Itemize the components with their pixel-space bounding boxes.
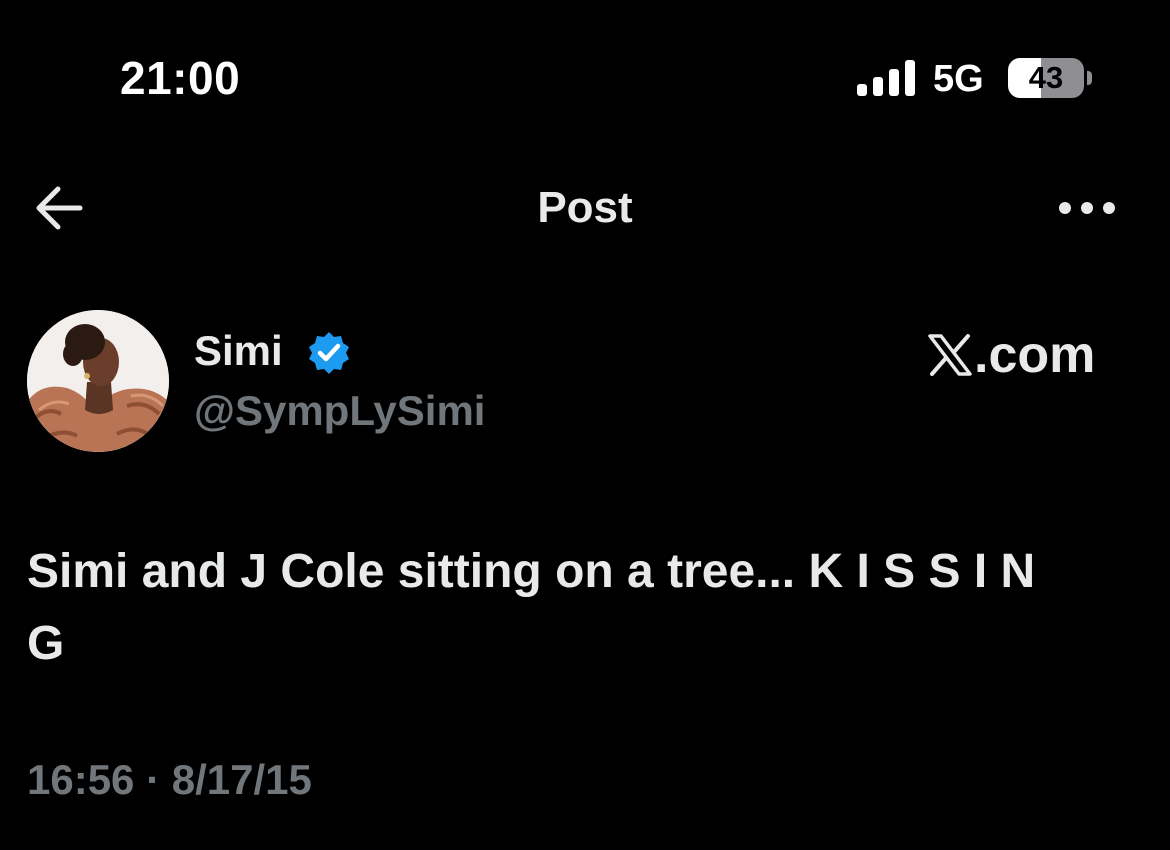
post-timestamp[interactable]: 16:56 · 8/17/15 xyxy=(27,754,312,806)
cellular-signal-icon xyxy=(857,60,915,96)
signal-bar-3 xyxy=(889,69,899,96)
verified-badge-icon xyxy=(309,332,349,374)
avatar-photo xyxy=(27,310,169,452)
author-handle[interactable]: @SympLySimi xyxy=(194,385,485,437)
battery-percent: 43 xyxy=(1028,60,1064,95)
avatar[interactable] xyxy=(27,310,169,452)
post-date: 8/17/15 xyxy=(171,756,312,803)
battery-terminal xyxy=(1087,71,1092,85)
more-horizontal-icon xyxy=(1059,202,1115,214)
status-time: 21:00 xyxy=(120,52,241,104)
signal-bar-4 xyxy=(905,60,915,96)
more-options-button[interactable] xyxy=(1052,190,1118,226)
x-logo-icon xyxy=(928,334,972,376)
timestamp-separator: · xyxy=(146,756,161,803)
x-watermark: .com xyxy=(928,325,1095,385)
watermark-domain: .com xyxy=(974,326,1096,384)
signal-bar-2 xyxy=(873,77,883,96)
network-type: 5G xyxy=(933,58,984,100)
author-name[interactable]: Simi xyxy=(194,325,283,377)
post-time: 16:56 xyxy=(27,756,135,803)
signal-bar-1 xyxy=(857,84,867,96)
post-text: Simi and J Cole sitting on a tree... K I… xyxy=(27,545,1036,670)
battery-icon: 43 xyxy=(1008,58,1084,98)
page-title: Post xyxy=(537,183,633,232)
